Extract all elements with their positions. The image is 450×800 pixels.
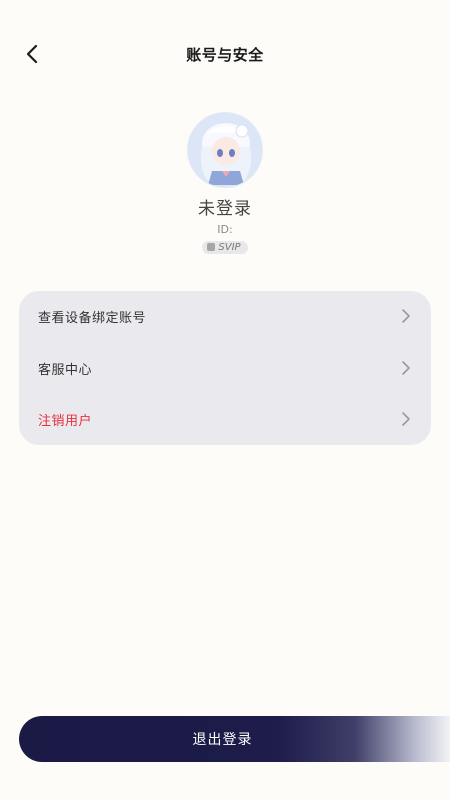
account-security-screen: 账号与安全 未登录 ID: SVIP 查看设备绑定账号 客服中心 注销用户 退出… — [0, 0, 450, 800]
logout-label: 退出登录 — [192, 732, 253, 748]
vip-icon — [207, 243, 216, 251]
page-title: 账号与安全 — [186, 46, 264, 64]
menu-item-label: 客服中心 — [38, 362, 93, 378]
menu-item-customer-service[interactable]: 客服中心 — [19, 343, 431, 393]
profile-section: 未登录 ID: SVIP — [0, 112, 450, 255]
menu-item-delete-account[interactable]: 注销用户 — [19, 394, 431, 444]
menu-item-label: 查看设备绑定账号 — [38, 310, 147, 326]
menu-item-device-bound-accounts[interactable]: 查看设备绑定账号 — [19, 291, 431, 341]
vip-label: SVIP — [218, 241, 241, 253]
user-id: ID: — [217, 223, 233, 236]
vip-badge: SVIP — [202, 240, 248, 254]
username: 未登录 — [198, 199, 252, 219]
chevron-right-icon — [402, 309, 410, 323]
header: 账号与安全 — [0, 0, 450, 108]
menu-card: 查看设备绑定账号 客服中心 注销用户 — [19, 291, 431, 445]
chevron-right-icon — [402, 361, 410, 375]
avatar[interactable] — [187, 112, 263, 188]
chevron-right-icon — [402, 412, 410, 426]
logout-button[interactable]: 退出登录 — [19, 716, 450, 762]
menu-item-label: 注销用户 — [38, 413, 93, 429]
anime-avatar-icon — [188, 113, 262, 187]
